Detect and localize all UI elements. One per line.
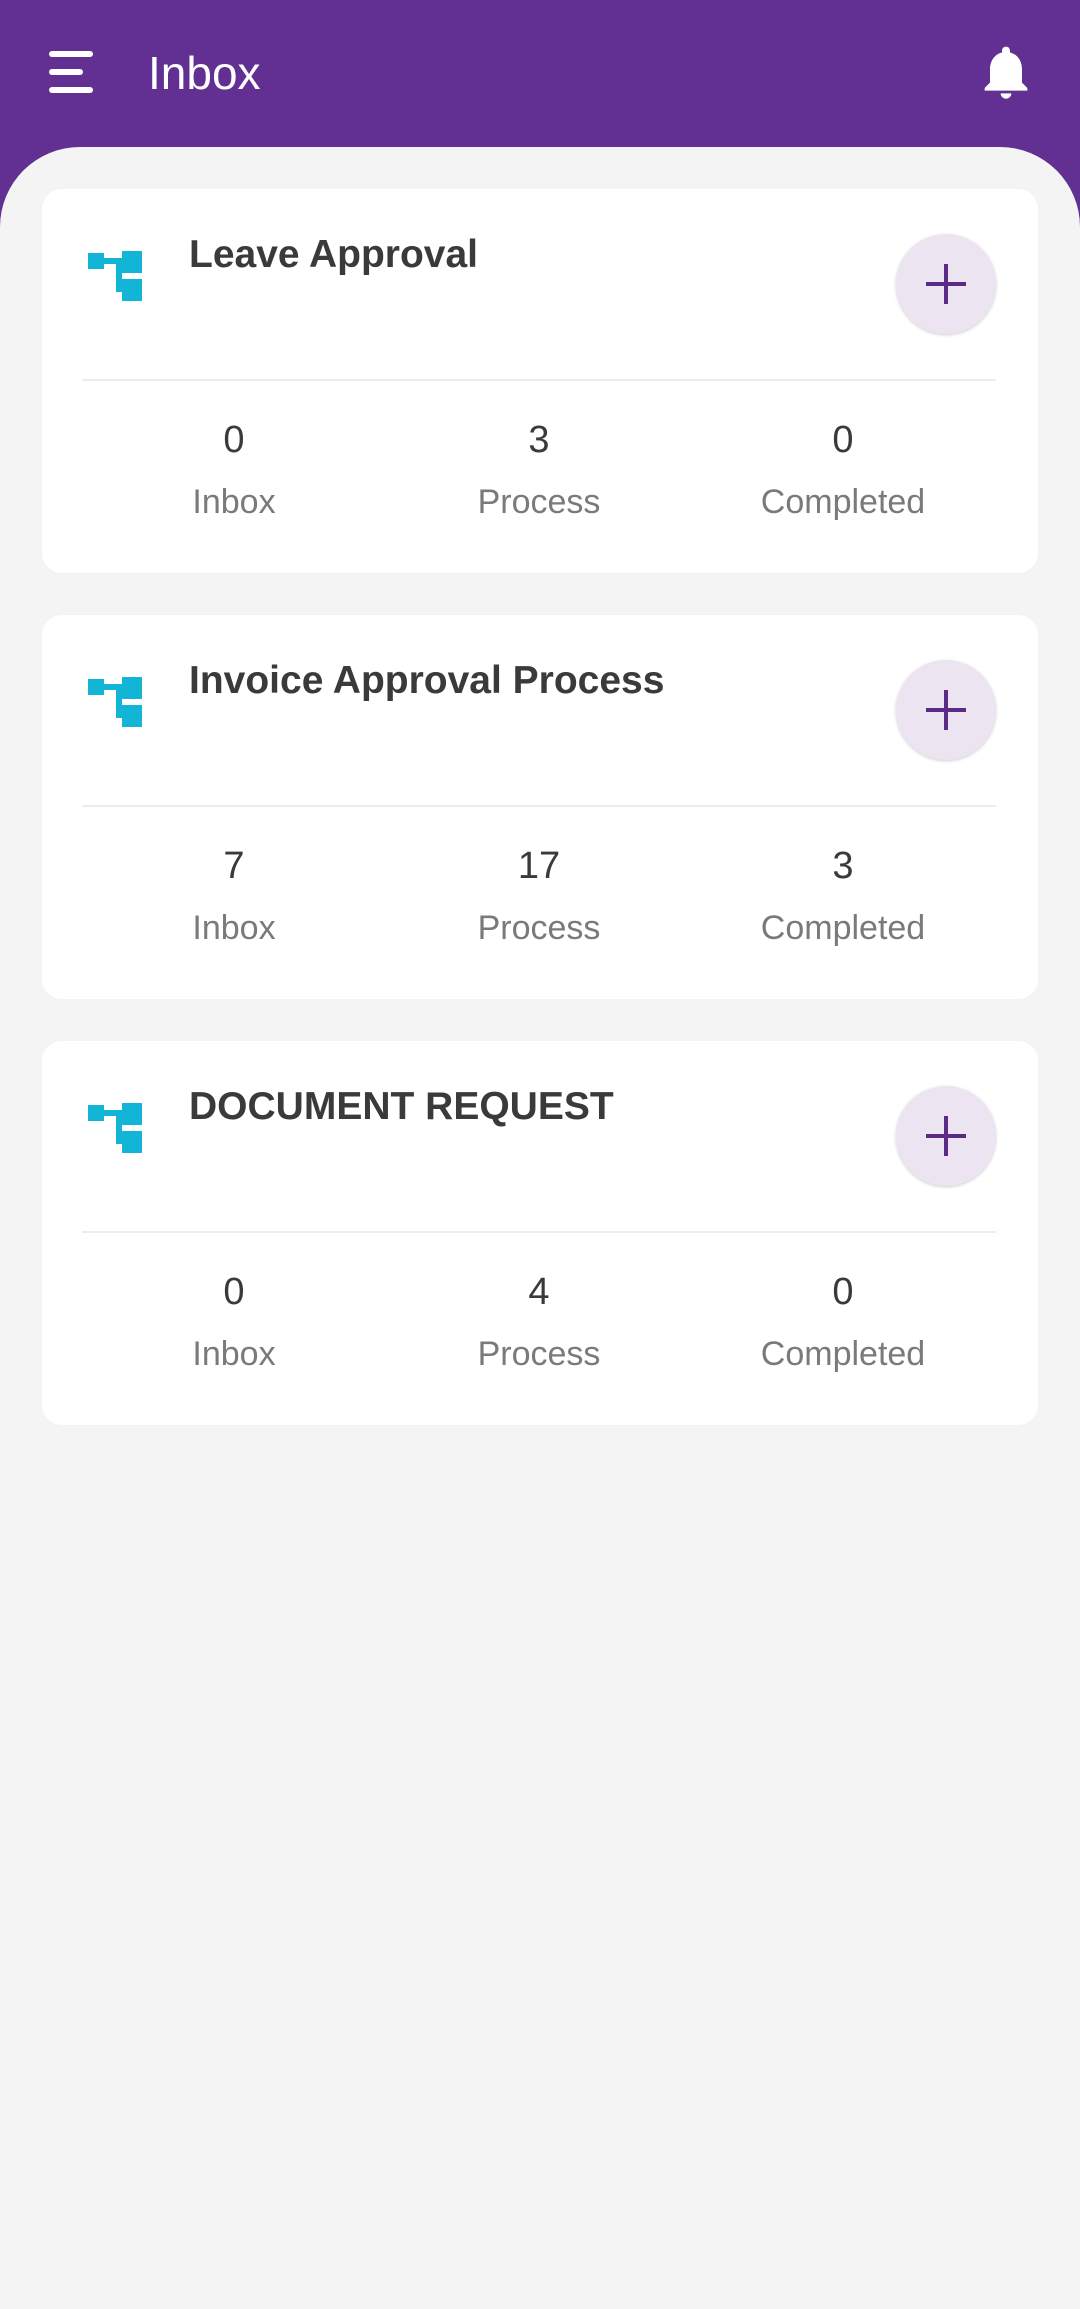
stat-inbox[interactable]: 0 Inbox xyxy=(104,1266,364,1378)
stat-inbox[interactable]: 0 Inbox xyxy=(104,414,364,526)
stat-label: Inbox xyxy=(192,909,276,947)
add-button[interactable] xyxy=(896,1086,996,1186)
stat-label: Process xyxy=(477,483,601,521)
plus-icon xyxy=(926,1116,966,1156)
stat-label: Process xyxy=(477,1335,601,1373)
stat-label: Inbox xyxy=(192,1335,276,1373)
process-card[interactable]: Leave Approval 0 Inbox 3 Process 0 Compl… xyxy=(42,189,1038,573)
card-title: Leave Approval xyxy=(189,233,478,276)
stat-label: Completed xyxy=(760,909,926,947)
stat-value: 7 xyxy=(223,845,245,887)
divider xyxy=(82,379,996,381)
stat-process[interactable]: 17 Process xyxy=(409,840,669,952)
stat-completed[interactable]: 0 Completed xyxy=(713,414,973,526)
stat-value: 17 xyxy=(517,845,561,887)
stat-value: 0 xyxy=(832,1271,854,1313)
stat-label: Completed xyxy=(760,1335,926,1373)
menu-icon[interactable] xyxy=(40,42,100,102)
add-button[interactable] xyxy=(896,660,996,760)
plus-icon xyxy=(926,264,966,304)
stat-completed[interactable]: 0 Completed xyxy=(713,1266,973,1378)
stat-process[interactable]: 4 Process xyxy=(409,1266,669,1378)
divider xyxy=(82,805,996,807)
process-card[interactable]: DOCUMENT REQUEST 0 Inbox 4 Process 0 Com… xyxy=(42,1041,1038,1425)
stat-process[interactable]: 3 Process xyxy=(409,414,669,526)
stat-label: Process xyxy=(477,909,601,947)
stat-value: 3 xyxy=(832,845,854,887)
stat-value: 3 xyxy=(528,419,550,461)
workflow-icon xyxy=(88,677,148,737)
process-card[interactable]: Invoice Approval Process 7 Inbox 17 Proc… xyxy=(42,615,1038,999)
plus-icon xyxy=(926,690,966,730)
stat-label: Inbox xyxy=(192,483,276,521)
workflow-icon xyxy=(88,1103,148,1163)
add-button[interactable] xyxy=(896,234,996,334)
bell-icon[interactable] xyxy=(974,40,1038,104)
stat-value: 0 xyxy=(223,1271,245,1313)
stat-completed[interactable]: 3 Completed xyxy=(713,840,973,952)
stat-inbox[interactable]: 7 Inbox xyxy=(104,840,364,952)
workflow-icon xyxy=(88,251,148,311)
page-title: Inbox xyxy=(148,47,261,99)
content-area: Leave Approval 0 Inbox 3 Process 0 Compl… xyxy=(0,147,1080,2309)
card-title: Invoice Approval Process xyxy=(189,659,665,702)
card-title: DOCUMENT REQUEST xyxy=(189,1085,614,1128)
stat-value: 0 xyxy=(832,419,854,461)
stat-value: 0 xyxy=(223,419,245,461)
stat-label: Completed xyxy=(760,483,926,521)
stat-value: 4 xyxy=(528,1271,550,1313)
divider xyxy=(82,1231,996,1233)
